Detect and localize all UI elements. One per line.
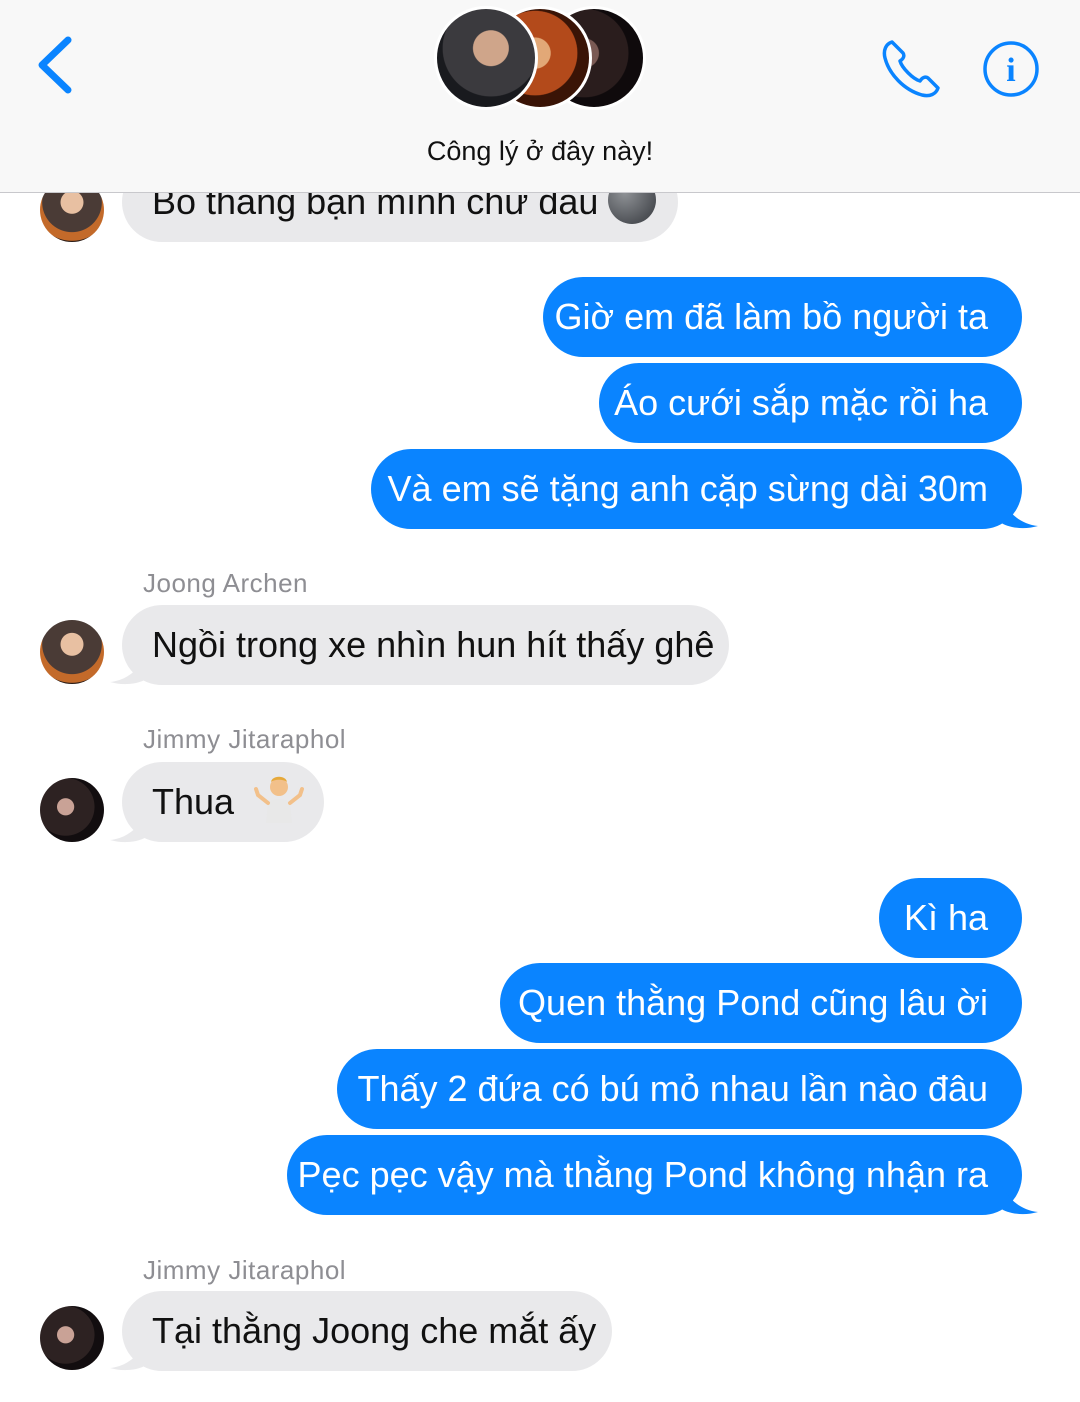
phone-icon bbox=[882, 40, 940, 98]
message-text: Thua bbox=[152, 781, 235, 822]
message-bubble[interactable]: Ngồi trong xe nhìn hun hít thấy ghê bbox=[122, 605, 729, 685]
avatar bbox=[434, 6, 538, 110]
message-text: Giờ em đã làm bồ người ta bbox=[554, 296, 989, 337]
message-bubble[interactable]: Thấy 2 đứa có bú mỏ nhau lần nào đâu bbox=[337, 1049, 1022, 1129]
chevron-left-icon bbox=[38, 36, 72, 94]
group-title[interactable]: Công lý ở đây này! bbox=[0, 136, 1080, 167]
avatar[interactable] bbox=[40, 1306, 104, 1370]
svg-text:i: i bbox=[1006, 52, 1015, 89]
message-text: Quen thằng Pond cũng lâu ời bbox=[518, 982, 988, 1023]
message-bubble[interactable]: Tại thằng Joong che mắt ấy bbox=[122, 1291, 612, 1371]
bubble-tail bbox=[110, 1336, 148, 1371]
message-bubble[interactable]: Giờ em đã làm bồ người ta bbox=[543, 277, 1022, 357]
call-button[interactable] bbox=[878, 36, 944, 102]
message-bubble[interactable]: Quen thằng Pond cũng lâu ời bbox=[500, 963, 1022, 1043]
avatar[interactable] bbox=[40, 778, 104, 842]
message-bubble[interactable]: Pẹc pẹc vậy mà thằng Pond không nhận ra bbox=[287, 1135, 1022, 1215]
info-icon: i bbox=[983, 41, 1039, 97]
bubble-tail bbox=[110, 808, 148, 843]
message-text: Ngồi trong xe nhìn hun hít thấy ghê bbox=[152, 624, 715, 665]
bubble-tail bbox=[1000, 494, 1038, 529]
message-text: Áo cưới sắp mặc rồi ha bbox=[614, 382, 988, 423]
chat-header: Công lý ở đây này! i bbox=[0, 0, 1080, 193]
message-bubble[interactable]: Và em sẽ tặng anh cặp sừng dài 30m bbox=[371, 449, 1022, 529]
message-bubble[interactable]: Kì ha bbox=[879, 878, 1022, 958]
sender-name: Joong Archen bbox=[143, 568, 309, 598]
message-text: Tại thằng Joong che mắt ấy bbox=[152, 1310, 597, 1351]
bubble-tail bbox=[110, 650, 148, 685]
sender-name: Jimmy Jitaraphol bbox=[143, 724, 347, 754]
avatar[interactable] bbox=[40, 620, 104, 684]
message-text: Pẹc pẹc vậy mà thằng Pond không nhận ra bbox=[297, 1154, 988, 1195]
message-bubble[interactable]: Áo cưới sắp mặc rồi ha bbox=[599, 363, 1022, 443]
info-button[interactable]: i bbox=[982, 40, 1040, 98]
group-avatars[interactable] bbox=[434, 6, 648, 114]
person-shrugging-icon bbox=[254, 777, 305, 824]
message-text: Kì ha bbox=[903, 897, 988, 938]
message-bubble[interactable]: Thua bbox=[122, 762, 324, 842]
sender-name: Jimmy Jitaraphol bbox=[143, 1255, 347, 1285]
bubble-tail bbox=[1000, 1180, 1038, 1215]
message-text: Và em sẽ tặng anh cặp sừng dài 30m bbox=[387, 468, 988, 509]
message-text: Thấy 2 đứa có bú mỏ nhau lần nào đâu bbox=[357, 1068, 988, 1109]
back-button[interactable] bbox=[30, 30, 90, 100]
